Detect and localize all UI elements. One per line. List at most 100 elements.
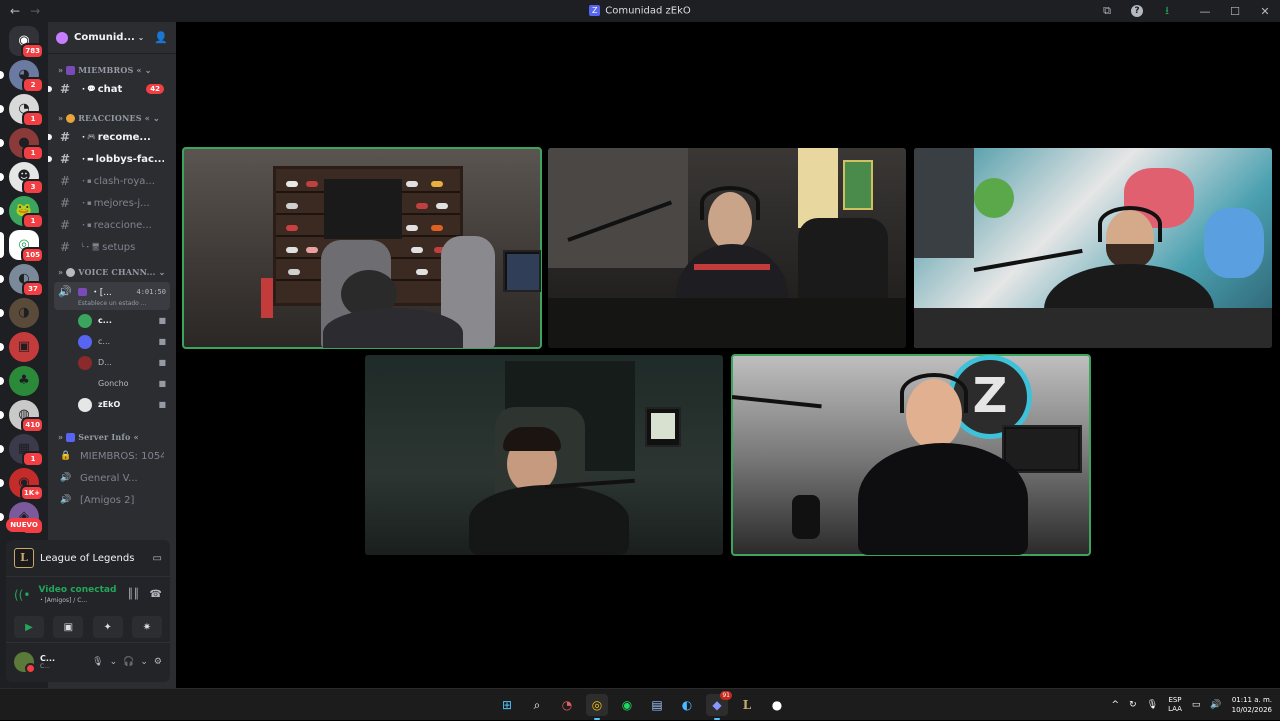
settings-icon[interactable]: ⚙ bbox=[154, 657, 162, 667]
server-icon[interactable]: ◕ 2 bbox=[0, 60, 44, 93]
server-icon[interactable]: ◐ 37 bbox=[0, 264, 44, 297]
avatar bbox=[78, 397, 92, 412]
category-voice[interactable]: » VOICE CHANN... ⌄ bbox=[48, 264, 176, 280]
voice-user[interactable]: zEkO ■ bbox=[48, 394, 176, 415]
category-server-info[interactable]: » Server Info « bbox=[48, 429, 176, 445]
category-reacciones[interactable]: » REACCIONES « ⌄ bbox=[48, 110, 176, 126]
game-name: League of Legends bbox=[40, 552, 135, 564]
category-arrow-icon: » bbox=[58, 267, 64, 277]
server-icon[interactable]: ◑ bbox=[0, 298, 39, 328]
clock[interactable]: 01:11 a. m. 10/02/2026 bbox=[1232, 695, 1272, 715]
guild-name: Comunid... bbox=[74, 32, 135, 43]
server-icon[interactable]: ♣ bbox=[0, 366, 39, 396]
server-info-item[interactable]: 🔊 General V... bbox=[54, 467, 170, 489]
channel-item[interactable]: # ・▪ reaccione... bbox=[54, 214, 170, 236]
screen-share-button[interactable]: ▣ bbox=[53, 616, 84, 638]
edge-icon[interactable]: ◐ bbox=[676, 694, 698, 716]
game-action-icon[interactable]: ▭ bbox=[153, 553, 162, 564]
signal-icon[interactable]: ((• bbox=[14, 588, 30, 602]
chevron-down-icon[interactable]: ⌄ bbox=[140, 657, 148, 667]
activities-button[interactable]: ✦ bbox=[92, 616, 123, 638]
chevron-down-icon: ⌄ bbox=[144, 65, 152, 75]
voice-connection-info[interactable]: Video conectado ・[Amigos] / C... bbox=[38, 585, 117, 604]
back-arrow-icon[interactable]: ← bbox=[10, 4, 20, 18]
chevron-down-icon[interactable]: ⌄ bbox=[110, 657, 118, 667]
start-icon[interactable]: ⊞ bbox=[496, 694, 518, 716]
camera-button[interactable]: ▶ bbox=[14, 616, 44, 638]
account-name[interactable]: C... C... bbox=[40, 654, 86, 670]
mural-shape bbox=[974, 178, 1014, 218]
video-tile[interactable] bbox=[182, 147, 542, 349]
video-tile[interactable] bbox=[365, 355, 723, 555]
taskbar-apps: ⊞ ⌕ ◔ ◎ ◉ ▤ ◐ ◆ 91 L ● bbox=[496, 689, 788, 721]
notepad-icon[interactable]: ▤ bbox=[646, 694, 668, 716]
microphone-icon[interactable]: 🎙 bbox=[92, 657, 103, 667]
camera-icon: ■ bbox=[158, 400, 166, 409]
channel-item[interactable]: # ・▬ lobbys-fac... bbox=[48, 148, 170, 170]
server-icon[interactable]: ▣ bbox=[0, 332, 39, 362]
channel-name: reaccione... bbox=[93, 219, 152, 231]
language-indicator[interactable]: ESP LAA bbox=[1168, 696, 1182, 714]
steelseries-icon[interactable]: ◔ bbox=[556, 694, 578, 716]
soundboard-button[interactable]: ✷ bbox=[131, 616, 162, 638]
voice-user[interactable]: c... ■ bbox=[48, 331, 176, 352]
server-icon[interactable]: ◎ 105 bbox=[0, 230, 44, 263]
noise-suppression-icon[interactable]: ║║ bbox=[127, 589, 139, 600]
video-tile[interactable] bbox=[731, 354, 1091, 556]
league-of-legends-icon[interactable]: L bbox=[736, 694, 758, 716]
add-user-icon[interactable]: 👤 bbox=[154, 31, 168, 44]
chrome-icon[interactable]: ◎ bbox=[586, 694, 608, 720]
chevron-up-icon[interactable]: ^ bbox=[1112, 700, 1120, 710]
channel-name: setups bbox=[102, 241, 136, 253]
display-name: C... bbox=[40, 653, 55, 663]
category-miembros[interactable]: » MIEMBROS « ⌄ bbox=[48, 62, 176, 78]
channel-item[interactable]: # ・🎮 recome... bbox=[48, 126, 170, 148]
forward-arrow-icon[interactable]: → bbox=[30, 4, 40, 18]
keyboard-layout: LAA bbox=[1168, 705, 1182, 713]
avatar[interactable] bbox=[14, 651, 36, 674]
volume-icon[interactable]: 🔊 bbox=[1210, 700, 1221, 710]
video-tile[interactable] bbox=[548, 148, 906, 348]
server-info-item[interactable]: 🔊 [Amigos 2] bbox=[54, 489, 170, 511]
server-icon[interactable]: ◔ 1 bbox=[0, 94, 44, 127]
nuevo-badge[interactable]: NUEVO bbox=[6, 518, 42, 532]
server-icon[interactable]: ◉ 1K+ bbox=[0, 468, 44, 501]
channel-item[interactable]: # ・▪ clash-roya... bbox=[54, 170, 170, 192]
discord-icon[interactable]: ◆ 91 bbox=[706, 691, 732, 720]
sync-icon[interactable]: ↻ bbox=[1129, 700, 1137, 710]
channel-item[interactable]: # ・▪ mejores-j... bbox=[54, 192, 170, 214]
hash-icon: # bbox=[60, 152, 71, 166]
help-icon[interactable]: ? bbox=[1122, 0, 1152, 22]
network-icon[interactable]: ▭ bbox=[1192, 700, 1201, 710]
voice-channel-active[interactable]: 🔊 ・[... 4:01:50 Establece un estado ... bbox=[54, 282, 170, 310]
video-tile[interactable] bbox=[914, 148, 1272, 348]
close-button[interactable]: ✕ bbox=[1250, 0, 1280, 22]
activity-row[interactable]: L League of Legends ▭ bbox=[6, 540, 170, 576]
panda-icon[interactable]: ● bbox=[766, 694, 788, 716]
voice-user[interactable]: D... ■ bbox=[48, 352, 176, 373]
maximize-button[interactable]: ☐ bbox=[1220, 0, 1250, 22]
voice-user[interactable]: c... ■ bbox=[48, 310, 176, 331]
microphone-icon[interactable]: 🎙 bbox=[1147, 700, 1158, 710]
channel-item[interactable]: # ╰・🖥 setups bbox=[54, 236, 170, 258]
guild-header[interactable]: Comunid... ⌄ 👤 bbox=[48, 22, 176, 54]
inbox-icon[interactable]: ⧉ bbox=[1092, 0, 1122, 22]
unread-indicator bbox=[0, 377, 4, 385]
disconnect-icon[interactable]: ☎ bbox=[150, 589, 162, 600]
server-icon[interactable]: ▦ 1 bbox=[0, 434, 44, 467]
channel-item[interactable]: # ・💬 chat 42 bbox=[48, 78, 170, 100]
unread-indicator bbox=[48, 156, 52, 162]
download-icon[interactable]: ⭳ bbox=[1152, 0, 1182, 22]
spotify-icon[interactable]: ◉ bbox=[616, 694, 638, 716]
search-icon[interactable]: ⌕ bbox=[526, 694, 548, 716]
server-icon[interactable]: ● 1 bbox=[0, 128, 44, 161]
headphones-icon[interactable]: 🎧 bbox=[123, 657, 134, 667]
server-info-item[interactable]: 🔒 MIEMBROS: 10545 bbox=[54, 445, 170, 467]
voice-user[interactable]: Goncho ■ bbox=[48, 373, 176, 394]
server-icon[interactable]: ◍ 410 bbox=[0, 400, 44, 433]
minimize-button[interactable]: — bbox=[1190, 0, 1220, 22]
voice-status[interactable]: Establece un estado ... bbox=[58, 300, 166, 307]
server-icon[interactable]: 🐸 1 bbox=[0, 196, 44, 229]
direct-messages-button[interactable]: ◉ 783 bbox=[9, 26, 44, 59]
server-icon[interactable]: ☻ 3 bbox=[0, 162, 44, 195]
